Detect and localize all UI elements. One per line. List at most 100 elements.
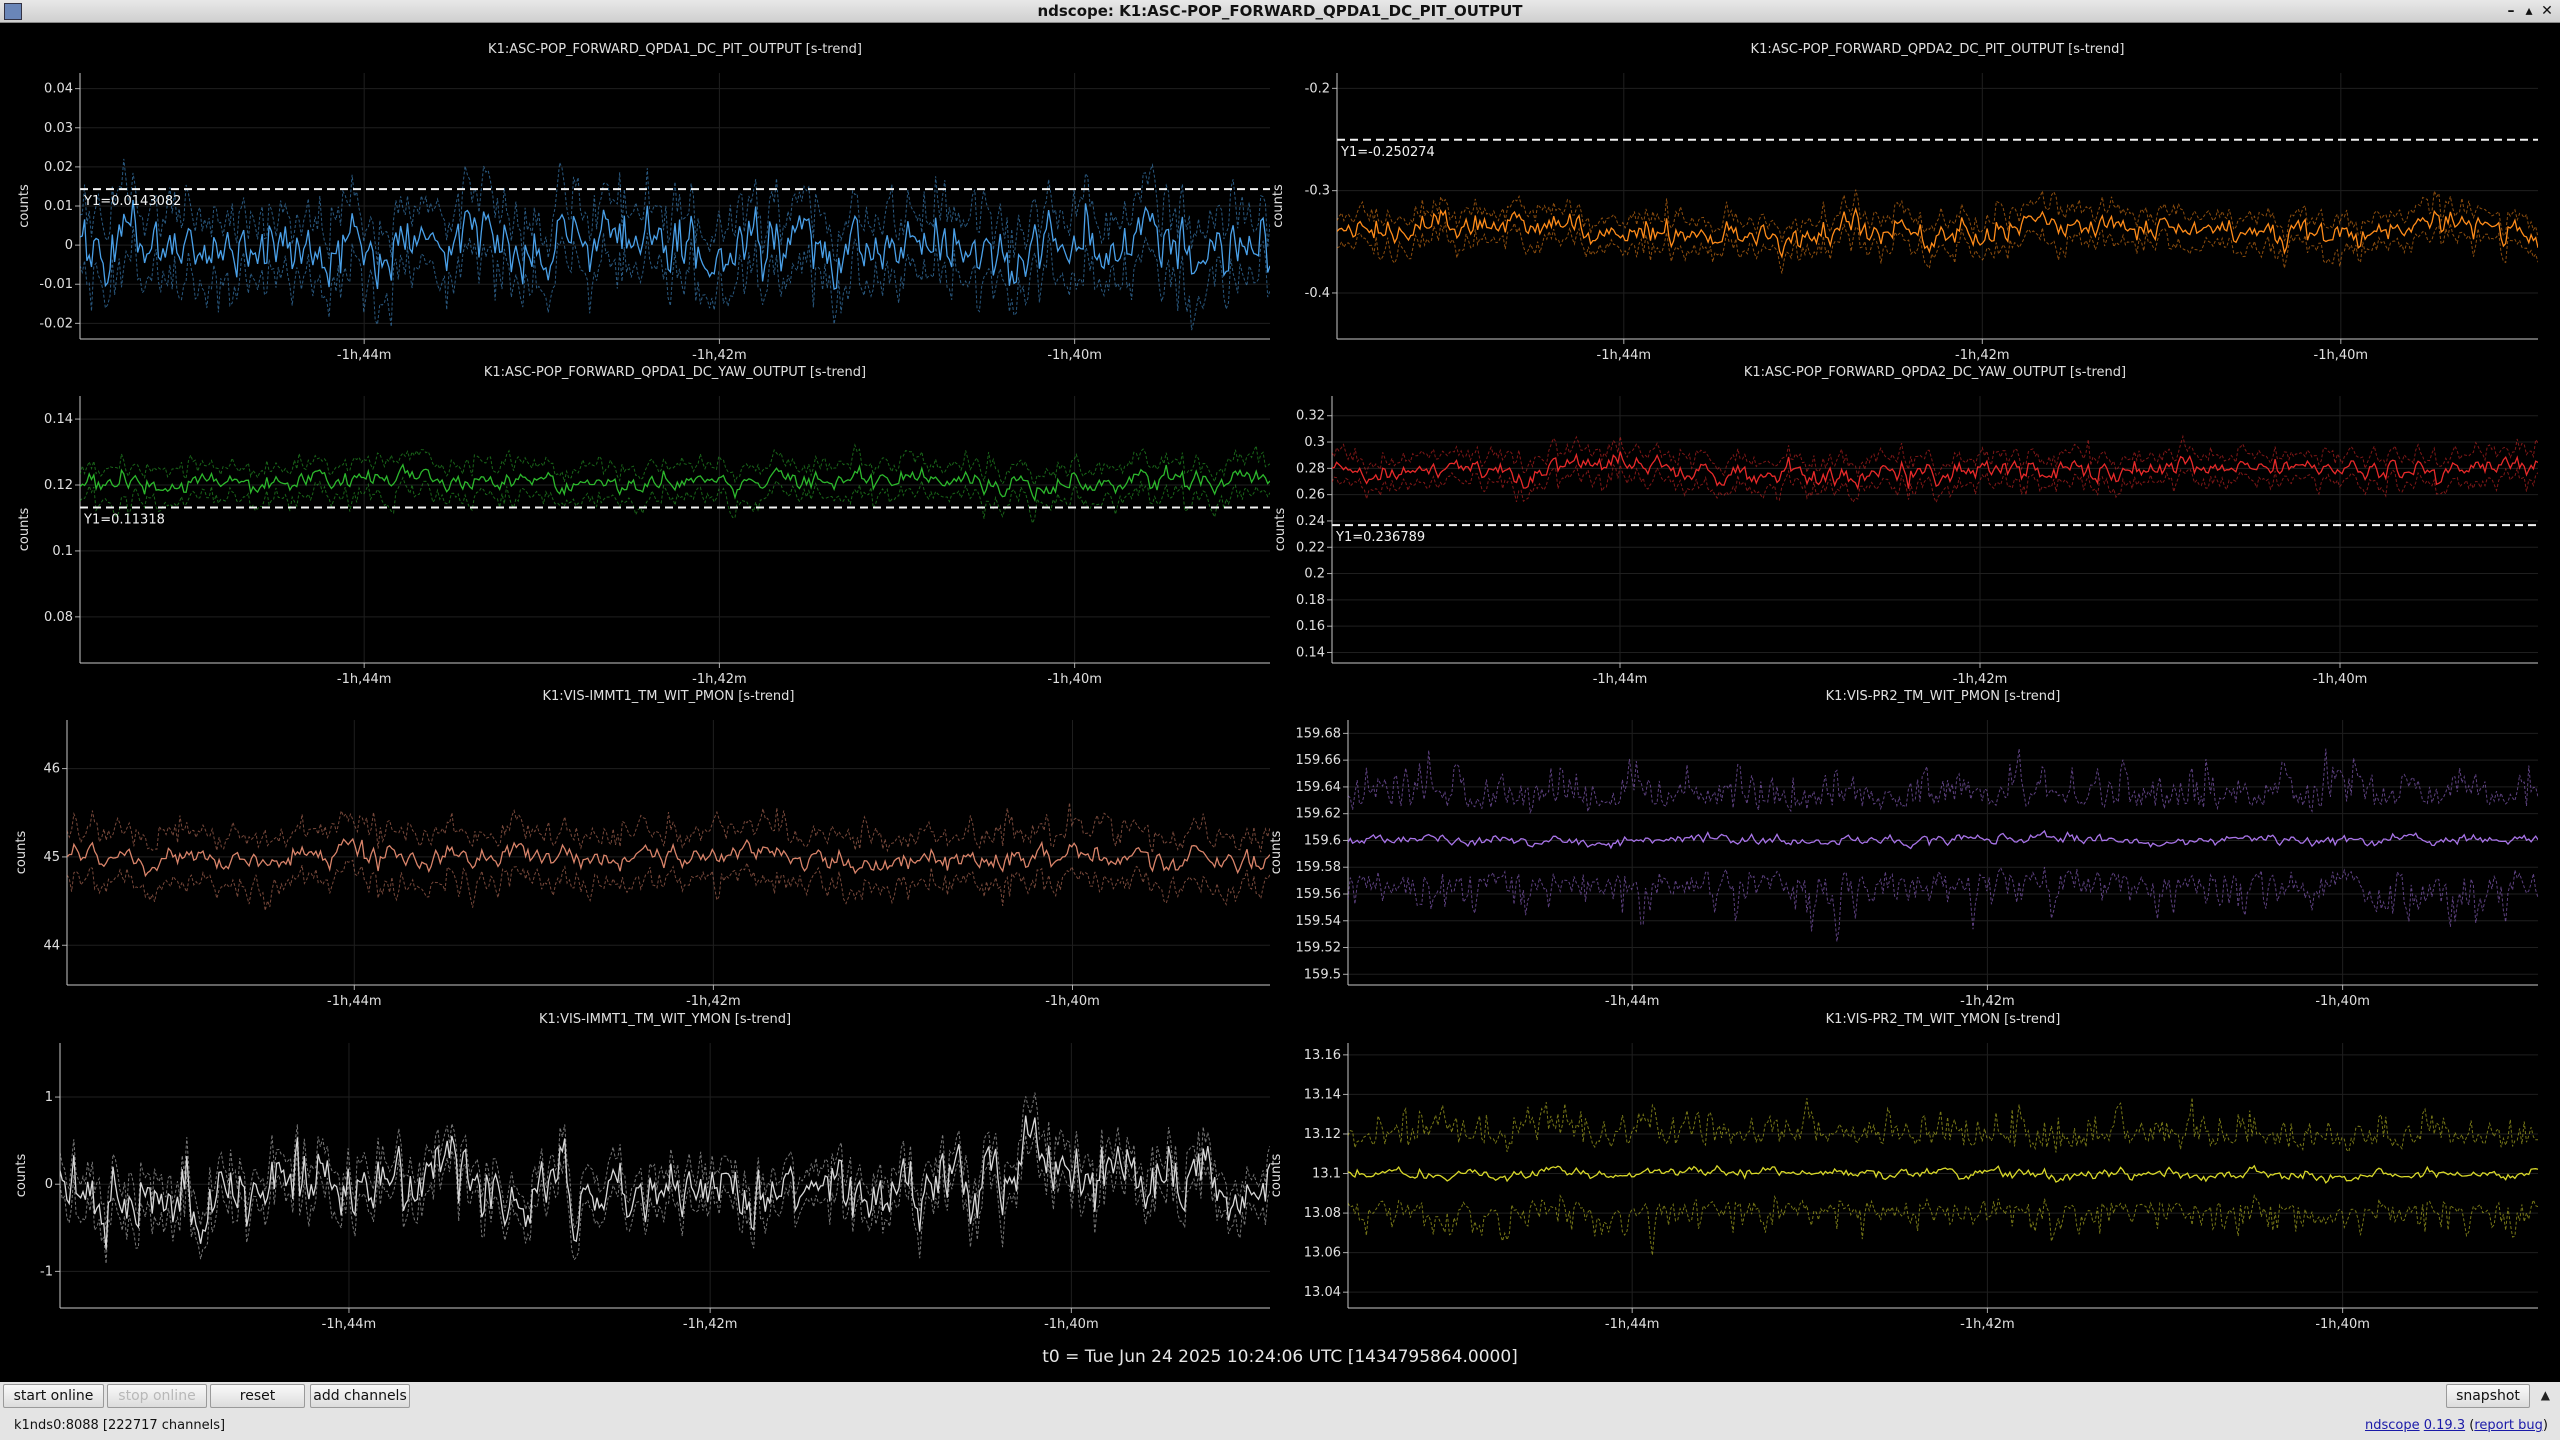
y-tick-label: 159.66 bbox=[1296, 753, 1342, 768]
plot-panel[interactable]: K1:ASC-POP_FORWARD_QPDA1_DC_PIT_OUTPUT [… bbox=[17, 42, 1270, 363]
y-tick-label: 159.56 bbox=[1296, 887, 1342, 902]
y-cursor-label: Y1=0.236789 bbox=[1335, 530, 1425, 545]
trace-max bbox=[80, 158, 1270, 266]
plots-canvas[interactable]: K1:ASC-POP_FORWARD_QPDA1_DC_PIT_OUTPUT [… bbox=[0, 23, 2560, 1382]
x-tick-label: -1h,44m bbox=[1593, 672, 1648, 687]
y-tick-label: 0.28 bbox=[1296, 461, 1325, 476]
y-tick-label: 159.64 bbox=[1296, 780, 1342, 795]
y-tick-label: 13.14 bbox=[1304, 1087, 1341, 1102]
trace-group bbox=[80, 443, 1270, 525]
trace-group bbox=[60, 1092, 1270, 1264]
window-title: ndscope: K1:ASC-POP_FORWARD_QPDA1_DC_PIT… bbox=[1037, 2, 1523, 20]
plot-title: K1:ASC-POP_FORWARD_QPDA2_DC_PIT_OUTPUT [… bbox=[1751, 42, 2125, 57]
x-tick-label: -1h,44m bbox=[337, 672, 392, 687]
app-footer: ndscope 0.19.3 (report bug) bbox=[2364, 1418, 2548, 1433]
y-tick-label: 0.16 bbox=[1296, 619, 1325, 634]
plot-panel[interactable]: K1:VIS-PR2_TM_WIT_YMON [s-trend] 13.04 13.… bbox=[1269, 1012, 2538, 1332]
y-tick-label: 0.2 bbox=[1304, 567, 1325, 582]
trace-mean bbox=[1348, 1164, 2538, 1184]
y-tick-label: 159.5 bbox=[1304, 967, 1341, 982]
y-tick-label: 13.08 bbox=[1304, 1206, 1341, 1221]
plot-panel[interactable]: K1:ASC-POP_FORWARD_QPDA1_DC_YAW_OUTPUT [… bbox=[17, 365, 1270, 687]
y-tick-label: 44 bbox=[43, 938, 60, 953]
y-axis-label: counts bbox=[14, 1154, 29, 1198]
maximize-icon[interactable]: ▴ bbox=[2520, 1, 2538, 21]
trace-mean bbox=[80, 463, 1270, 502]
y-tick-label: 13.16 bbox=[1304, 1048, 1341, 1063]
x-tick-label: -1h,42m bbox=[683, 1317, 738, 1332]
x-tick-label: -1h,40m bbox=[1047, 348, 1102, 363]
trace-min bbox=[80, 225, 1270, 331]
plot-title: K1:VIS-PR2_TM_WIT_PMON [s-trend] bbox=[1826, 689, 2061, 704]
trace-group bbox=[1337, 189, 2538, 274]
y-tick-label: 0.24 bbox=[1296, 514, 1325, 529]
y-tick-label: -1 bbox=[40, 1264, 53, 1279]
y-cursor-label: Y1=0.11318 bbox=[83, 512, 165, 527]
window-titlebar: ndscope: K1:ASC-POP_FORWARD_QPDA1_DC_PIT… bbox=[0, 0, 2560, 23]
snapshot-button[interactable]: snapshot bbox=[2446, 1384, 2530, 1408]
stop-online-button[interactable]: stop online bbox=[107, 1384, 207, 1408]
trace-group bbox=[1348, 1097, 2538, 1256]
plot-title: K1:VIS-IMMT1_TM_WIT_PMON [s-trend] bbox=[542, 689, 794, 704]
y-tick-label: -0.4 bbox=[1305, 286, 1330, 301]
y-axis-label: counts bbox=[14, 831, 29, 875]
plot-panel[interactable]: K1:VIS-IMMT1_TM_WIT_PMON [s-trend] 44 45 46… bbox=[14, 689, 1270, 1009]
x-tick-label: -1h,40m bbox=[1045, 994, 1100, 1009]
y-tick-label: 0 bbox=[65, 238, 73, 253]
x-tick-label: -1h,40m bbox=[2313, 672, 2368, 687]
version-link[interactable]: 0.19.3 bbox=[2424, 1418, 2465, 1433]
close-icon[interactable]: ✕ bbox=[2538, 1, 2556, 21]
y-tick-label: 0.22 bbox=[1296, 540, 1325, 555]
trace-mean bbox=[1348, 829, 2538, 850]
plot-title: K1:ASC-POP_FORWARD_QPDA1_DC_YAW_OUTPUT [… bbox=[484, 365, 866, 380]
t0-label: t0 = Tue Jun 24 2025 10:24:06 UTC [14347… bbox=[1042, 1347, 1518, 1367]
y-tick-label: 0.14 bbox=[44, 412, 73, 427]
y-tick-label: 159.62 bbox=[1296, 807, 1342, 822]
add-channels-button[interactable]: add channels bbox=[310, 1384, 410, 1408]
plot-panel[interactable]: K1:ASC-POP_FORWARD_QPDA2_DC_PIT_OUTPUT [… bbox=[1271, 42, 2538, 363]
y-tick-label: 159.6 bbox=[1304, 833, 1341, 848]
y-cursor-label: Y1=0.0143082 bbox=[83, 194, 181, 209]
y-axis-label: counts bbox=[1269, 1154, 1284, 1198]
trace-group bbox=[1332, 434, 2538, 504]
plot-panel[interactable]: K1:VIS-IMMT1_TM_WIT_YMON [s-trend] -1 0 1 -1… bbox=[14, 1012, 1270, 1332]
x-tick-label: -1h,40m bbox=[2315, 994, 2370, 1009]
trace-mean bbox=[60, 1115, 1270, 1250]
trace-max bbox=[80, 443, 1270, 486]
trace-group bbox=[1348, 748, 2538, 942]
y-tick-label: 0.26 bbox=[1296, 488, 1325, 503]
y-tick-label: 13.12 bbox=[1304, 1127, 1341, 1142]
plot-title: K1:VIS-IMMT1_TM_WIT_YMON [s-trend] bbox=[539, 1012, 791, 1027]
start-online-button[interactable]: start online bbox=[3, 1384, 104, 1408]
y-tick-label: 159.52 bbox=[1296, 941, 1342, 956]
y-tick-label: 159.68 bbox=[1296, 726, 1342, 741]
plot-panel[interactable]: K1:ASC-POP_FORWARD_QPDA2_DC_YAW_OUTPUT [… bbox=[1273, 365, 2538, 687]
trace-min bbox=[1348, 1194, 2538, 1256]
y-tick-label: 159.58 bbox=[1296, 860, 1342, 875]
trace-max bbox=[1348, 748, 2538, 815]
plot-panel[interactable]: K1:VIS-PR2_TM_WIT_PMON [s-trend] 159.5 159… bbox=[1269, 689, 2538, 1009]
y-tick-label: 0.08 bbox=[44, 610, 73, 625]
trace-group bbox=[80, 158, 1270, 331]
y-tick-label: 0 bbox=[45, 1177, 53, 1192]
chevron-up-icon[interactable]: ▲ bbox=[2541, 1388, 2550, 1402]
x-tick-label: -1h,40m bbox=[2314, 348, 2369, 363]
x-tick-label: -1h,42m bbox=[1960, 1317, 2015, 1332]
trace-mean bbox=[80, 199, 1270, 291]
y-axis-label: counts bbox=[17, 184, 32, 228]
y-axis-label: counts bbox=[1269, 831, 1284, 875]
y-tick-label: -0.3 bbox=[1305, 184, 1330, 199]
x-tick-label: -1h,44m bbox=[1605, 1317, 1660, 1332]
reset-button[interactable]: reset bbox=[210, 1384, 305, 1408]
minimize-icon[interactable]: – bbox=[2502, 1, 2520, 21]
trace-min bbox=[60, 1132, 1270, 1264]
y-tick-label: 0.02 bbox=[44, 160, 73, 175]
y-tick-label: -0.01 bbox=[39, 277, 73, 292]
x-tick-label: -1h,44m bbox=[327, 994, 382, 1009]
report-bug-link[interactable]: report bug bbox=[2474, 1418, 2543, 1433]
y-cursor-label: Y1=-0.250274 bbox=[1340, 145, 1435, 160]
ndscope-link[interactable]: ndscope bbox=[2365, 1418, 2420, 1433]
trace-min bbox=[67, 859, 1270, 911]
y-tick-label: 0.12 bbox=[44, 478, 73, 493]
y-tick-label: 1 bbox=[45, 1090, 53, 1105]
